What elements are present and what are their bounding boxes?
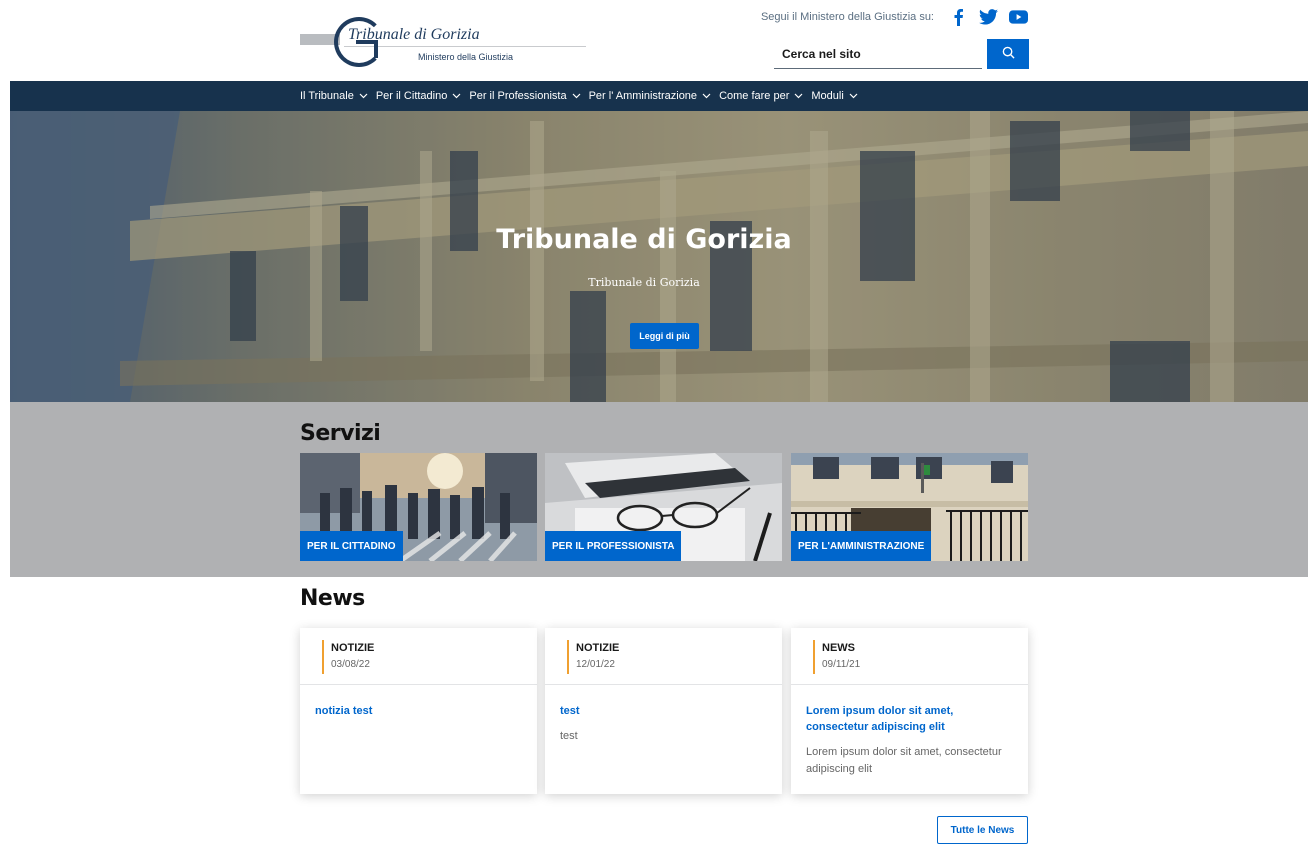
news-category: NOTIZIE [576,642,620,654]
nav-item-label: Per il Cittadino [375,90,448,102]
nav-item-il-tribunale[interactable]: Il Tribunale [300,90,368,102]
hero-subtitle: Tribunale di Gorizia [588,276,700,289]
nav-item-label: Il Tribunale [300,90,354,102]
social-label: Segui il Ministero della Giustizia su: [760,11,934,23]
news-title: News [300,586,365,611]
news-date: 03/08/22 [331,659,370,670]
servizi-card-label: PER IL CITTADINO [300,531,403,561]
nav-item-moduli[interactable]: Moduli [811,90,858,102]
news-body: test [560,730,578,742]
news-card-header: NOTIZIE 03/08/22 [300,628,537,685]
chevron-down-icon [849,90,858,102]
news-card: NEWS 09/11/21 Lorem ipsum dolor sit amet… [791,628,1028,794]
chevron-down-icon [572,90,581,102]
search-button[interactable] [987,39,1029,69]
news-accent-bar [322,640,324,674]
news-title-link[interactable]: Lorem ipsum dolor sit amet, consectetur … [806,703,1018,735]
news-category: NOTIZIE [331,642,375,654]
hero-read-more-button[interactable]: Leggi di più [630,323,699,349]
nav-item-per-il-professionista[interactable]: Per il Professionista [469,90,581,102]
chevron-down-icon [359,90,368,102]
news-card: NOTIZIE 12/01/22 test test [545,628,782,794]
chevron-down-icon [702,90,711,102]
news-accent-bar [567,640,569,674]
servizi-card-label: PER IL PROFESSIONISTA [545,531,682,561]
site-search [774,39,1029,69]
servizi-card-label: PER L'AMMINISTRAZIONE [791,531,932,561]
nav-item-come-fare-per[interactable]: Come fare per [719,90,803,102]
chevron-down-icon [452,90,461,102]
chevron-down-icon [794,90,803,102]
servizi-card-professionista[interactable]: PER IL PROFESSIONISTA [545,453,782,561]
news-category: NEWS [822,642,855,654]
news-card: NOTIZIE 03/08/22 notizia test [300,628,537,794]
main-nav: Il Tribunale Per il Cittadino Per il Profe… [10,81,1308,111]
hero-title: Tribunale di Gorizia [496,224,792,255]
logo-subtitle: Ministero della Giustizia [418,52,514,62]
news-body: Lorem ipsum dolor sit amet, consectetur … [806,746,1002,775]
news-date: 09/11/21 [822,659,861,670]
servizi-title: Servizi [300,421,381,446]
nav-item-label: Moduli [811,90,844,102]
logo-title: Tribunale di Gorizia [348,26,480,43]
twitter-icon[interactable] [978,7,998,27]
nav-items: Il Tribunale Per il Cittadino Per il Profe… [300,81,858,111]
news-title-link[interactable]: notizia test [315,703,527,719]
social-links: Segui il Ministero della Giustizia su: [761,7,1028,27]
search-input[interactable] [774,39,982,69]
nav-item-per-l-amministrazione[interactable]: Per l' Amministrazione [589,90,711,102]
nav-item-per-il-cittadino[interactable]: Per il Cittadino [376,90,462,102]
site-logo[interactable]: Tribunale di Gorizia Ministero della Giu… [300,14,590,70]
news-card-header: NOTIZIE 12/01/22 [545,628,782,685]
search-icon [1002,46,1015,62]
nav-item-label: Per l' Amministrazione [588,90,698,102]
facebook-icon[interactable] [948,7,968,27]
news-date: 12/01/22 [576,659,615,670]
nav-item-label: Come fare per [719,90,790,102]
youtube-icon[interactable] [1008,7,1028,27]
site-header: Tribunale di Gorizia Ministero della Giu… [0,0,1308,81]
news-accent-bar [813,640,815,674]
hero-overlay [10,111,1308,402]
hero-banner [10,111,1308,402]
news-card-header: NEWS 09/11/21 [791,628,1028,685]
servizi-card-amministrazione[interactable]: PER L'AMMINISTRAZIONE [791,453,1028,561]
nav-item-label: Per il Professionista [469,90,567,102]
servizi-card-cittadino[interactable]: PER IL CITTADINO [300,453,537,561]
news-title-link[interactable]: test [560,703,772,719]
